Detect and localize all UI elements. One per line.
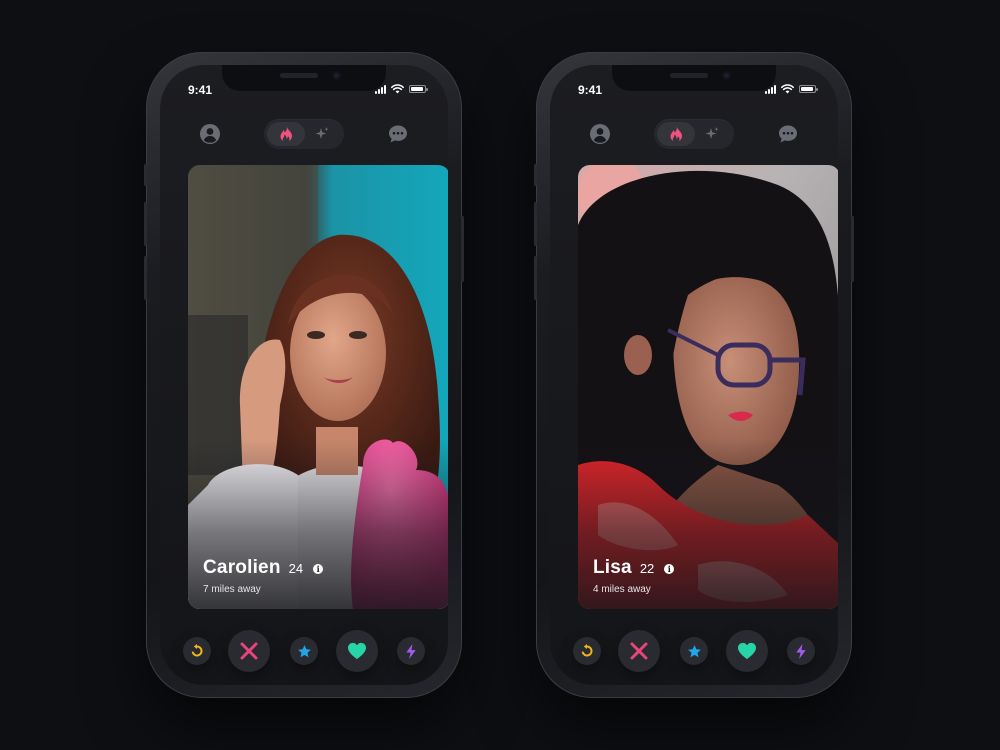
profile-name: Lisa [593, 557, 632, 578]
status-icons [375, 84, 428, 94]
rewind-button[interactable] [183, 637, 211, 665]
tab-top-picks[interactable] [693, 122, 731, 146]
super-like-button[interactable] [680, 637, 708, 665]
phone-mockup-right: 9:41 Lisa 22 i 4 miles away [534, 52, 854, 698]
discover-toggle [264, 119, 344, 149]
chat-bubble-icon [779, 125, 797, 143]
super-like-button[interactable] [290, 637, 318, 665]
nope-button[interactable] [618, 630, 660, 672]
rewind-button[interactable] [573, 637, 601, 665]
star-icon [297, 644, 311, 657]
phone-mockup-left: 9:41 Carolien 24 i 7 miles away [144, 52, 464, 698]
status-time: 9:41 [188, 83, 213, 97]
top-nav [550, 119, 838, 149]
heart-icon [348, 642, 366, 660]
app-screen: 9:41 [550, 65, 838, 685]
profile-age: 22 [639, 561, 655, 576]
wifi-icon [781, 84, 794, 94]
sparkle-icon [315, 127, 329, 139]
volume-up-button [534, 202, 537, 246]
flame-icon [280, 126, 292, 142]
tab-discover[interactable] [657, 122, 695, 146]
profile-distance: 4 miles away [593, 584, 651, 595]
sparkle-icon [705, 127, 719, 139]
volume-down-button [534, 256, 537, 300]
rewind-icon [581, 644, 593, 657]
cellular-signal-icon [375, 84, 386, 94]
like-button[interactable] [726, 630, 768, 672]
profile-card[interactable]: Carolien 24 i 7 miles away [188, 165, 448, 609]
tab-discover[interactable] [267, 122, 305, 146]
info-icon[interactable]: i [664, 564, 675, 574]
cellular-signal-icon [765, 84, 776, 94]
profile-distance: 7 miles away [203, 584, 261, 595]
discover-toggle [654, 119, 734, 149]
boost-button[interactable] [397, 637, 425, 665]
card-info: Lisa 22 i 4 miles away [593, 557, 675, 595]
device-notch [222, 65, 386, 91]
chat-button[interactable] [386, 122, 410, 146]
wifi-icon [391, 84, 404, 94]
bolt-icon [406, 643, 416, 659]
front-camera [722, 71, 731, 80]
profile-button[interactable] [588, 122, 612, 146]
status-icons [765, 84, 818, 94]
heart-icon [738, 642, 756, 660]
card-info: Carolien 24 i 7 miles away [203, 557, 324, 595]
tab-top-picks[interactable] [303, 122, 341, 146]
battery-icon [409, 85, 428, 93]
profile-name: Carolien [203, 557, 281, 578]
power-button [851, 216, 854, 282]
top-nav [160, 119, 448, 149]
like-button[interactable] [336, 630, 378, 672]
profile-button[interactable] [198, 122, 222, 146]
volume-up-button [144, 202, 147, 246]
nope-button[interactable] [228, 630, 270, 672]
chat-bubble-icon [389, 125, 407, 143]
app-screen: 9:41 [160, 65, 448, 685]
name-row: Lisa 22 i [593, 557, 675, 579]
chat-button[interactable] [776, 122, 800, 146]
battery-icon [799, 85, 818, 93]
bolt-icon [796, 643, 806, 659]
front-camera [332, 71, 341, 80]
star-icon [687, 644, 701, 657]
profile-card[interactable]: Lisa 22 i 4 miles away [578, 165, 838, 609]
profile-icon [200, 124, 220, 144]
profile-icon [590, 124, 610, 144]
mute-switch [534, 164, 537, 186]
info-icon[interactable]: i [313, 564, 324, 574]
rewind-icon [191, 644, 203, 657]
action-bar [160, 629, 448, 673]
profile-age: 24 [288, 561, 304, 576]
device-notch [612, 65, 776, 91]
close-icon [630, 642, 648, 660]
status-time: 9:41 [578, 83, 603, 97]
close-icon [240, 642, 258, 660]
mute-switch [144, 164, 147, 186]
volume-down-button [144, 256, 147, 300]
speaker-grille [280, 73, 318, 78]
speaker-grille [670, 73, 708, 78]
power-button [461, 216, 464, 282]
action-bar [550, 629, 838, 673]
name-row: Carolien 24 i [203, 557, 324, 579]
boost-button[interactable] [787, 637, 815, 665]
flame-icon [670, 126, 682, 142]
